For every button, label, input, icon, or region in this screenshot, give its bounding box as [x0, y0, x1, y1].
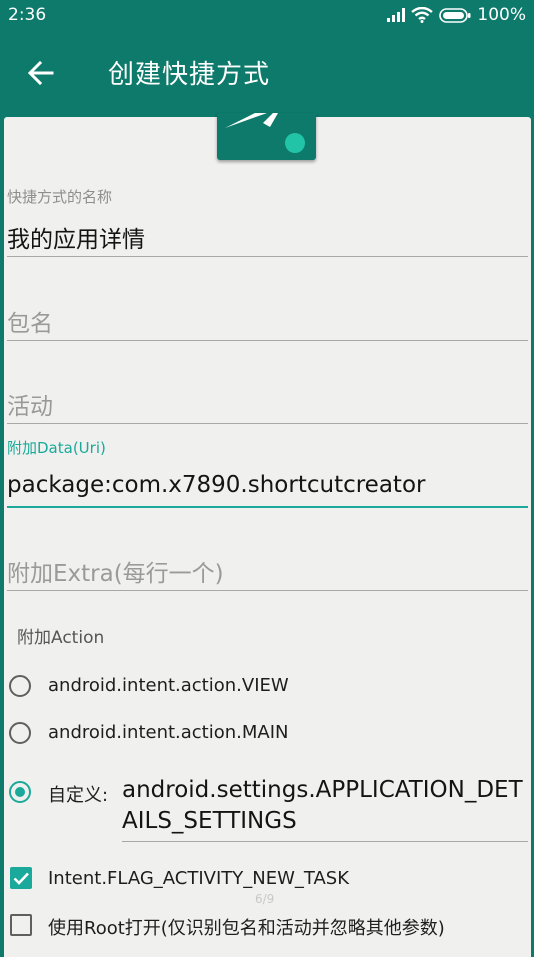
shortcut-name-input[interactable]: 我的应用详情 — [7, 220, 145, 254]
data-uri-label: 附加Data(Uri) — [7, 439, 106, 457]
activity-input[interactable]: 活动 — [7, 387, 53, 421]
data-uri-underline — [7, 506, 528, 508]
page-title: 创建快捷方式 — [108, 60, 271, 90]
wifi-icon — [411, 7, 434, 23]
action-view-radio[interactable] — [9, 675, 31, 697]
action-main-label[interactable]: android.intent.action.MAIN — [48, 722, 289, 743]
action-section-label: 附加Action — [17, 628, 105, 648]
root-open-checkbox[interactable] — [10, 914, 32, 936]
action-main-radio[interactable] — [9, 722, 31, 744]
new-task-label[interactable]: Intent.FLAG_ACTIVITY_NEW_TASK — [48, 868, 349, 889]
back-button[interactable] — [24, 56, 58, 90]
extra-underline — [7, 590, 528, 591]
status-icons: 100% — [387, 5, 526, 25]
shortcut-name-label: 快捷方式的名称 — [7, 188, 113, 206]
check-icon — [13, 872, 29, 885]
action-custom-radio[interactable] — [9, 781, 31, 803]
signal-icon — [387, 8, 406, 22]
status-bar: 2:36 100% — [0, 0, 534, 32]
action-custom-label[interactable]: 自定义: — [48, 781, 108, 807]
page-indicator: 6/9 — [255, 892, 275, 906]
app-bar: 创建快捷方式 — [0, 32, 534, 116]
battery-icon — [439, 7, 471, 23]
custom-action-input[interactable]: android.settings.APPLICATION_DETAILS_SET… — [122, 775, 526, 837]
battery-level: 100% — [477, 5, 526, 25]
shortcut-arrow-icon — [225, 113, 305, 153]
action-view-label[interactable]: android.intent.action.VIEW — [48, 675, 289, 696]
status-time: 2:36 — [8, 5, 47, 25]
extra-input[interactable]: 附加Extra(每行一个) — [7, 554, 224, 588]
new-task-checkbox[interactable] — [10, 867, 32, 889]
arrow-left-icon — [28, 60, 54, 86]
root-open-label[interactable]: 使用Root打开(仅识别包名和活动并忽略其他参数) — [48, 914, 445, 940]
package-name-input[interactable]: 包名 — [7, 304, 53, 338]
package-name-underline — [7, 340, 528, 341]
data-uri-input[interactable]: package:com.x7890.shortcutcreator — [7, 472, 425, 498]
shortcut-icon-preview[interactable] — [217, 113, 316, 160]
activity-underline — [7, 423, 528, 424]
shortcut-name-underline — [7, 256, 528, 257]
custom-action-underline — [122, 841, 528, 842]
form-card: 快捷方式的名称 我的应用详情 包名 活动 附加Data(Uri) package… — [4, 113, 531, 957]
